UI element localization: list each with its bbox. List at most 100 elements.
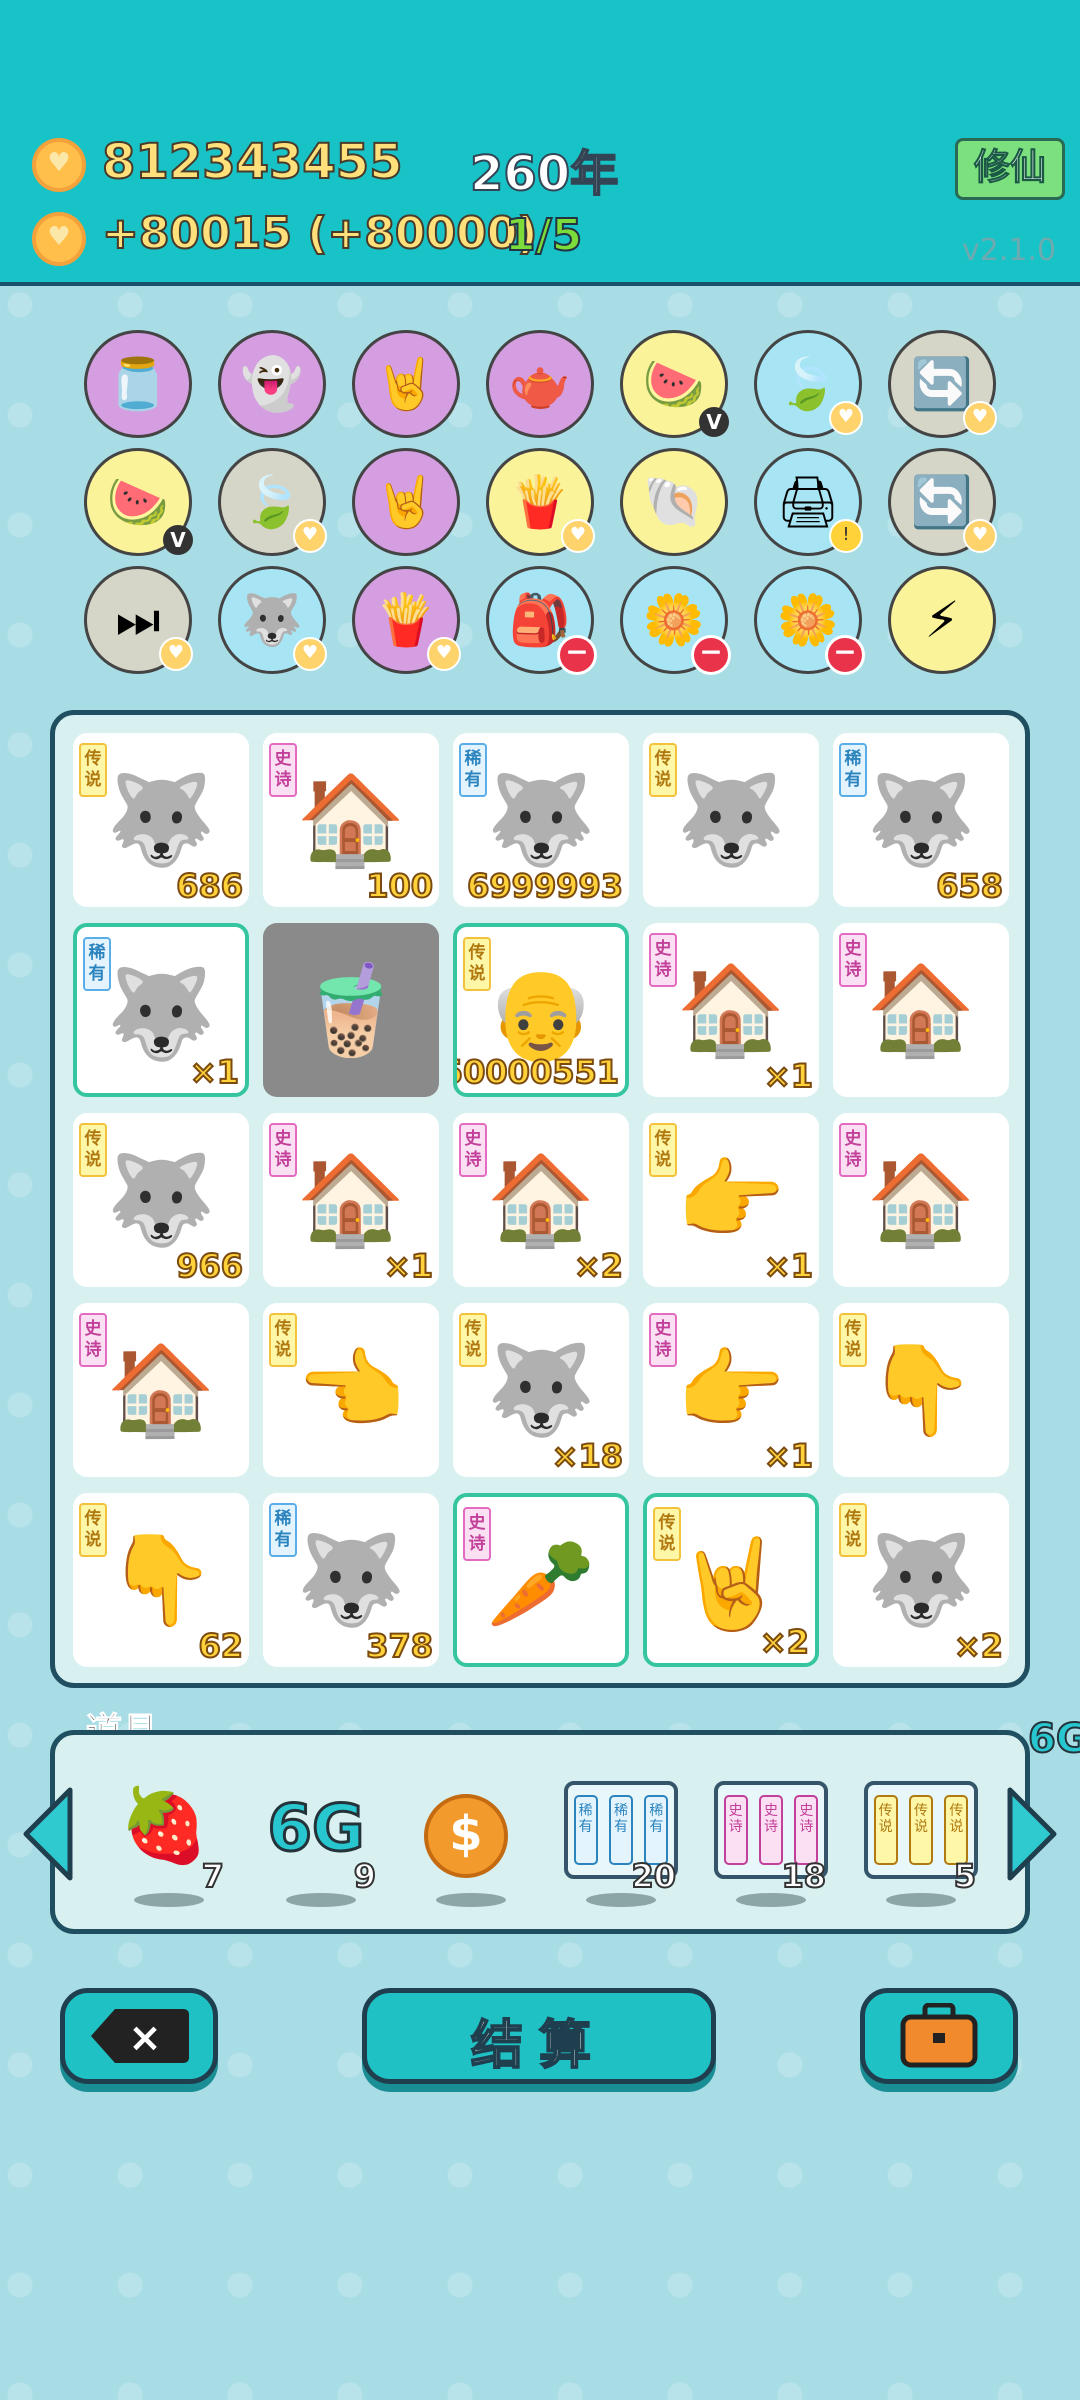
husky-icon: 🐺 xyxy=(296,1528,406,1631)
prop-shadow xyxy=(436,1893,506,1907)
king-husky-icon: 🐺 xyxy=(106,768,216,871)
skill-slot[interactable]: 🐚 xyxy=(620,448,728,556)
board-tile[interactable]: 史诗 🏠 xyxy=(833,1113,1009,1287)
props-right-arrow[interactable] xyxy=(1006,1786,1060,1882)
heart-badge-icon: ♥ xyxy=(159,637,193,671)
skill-slot[interactable]: 🍉 V xyxy=(620,330,729,438)
board-tile[interactable]: 史诗 🏠 xyxy=(73,1303,249,1477)
board-tile[interactable]: 稀有 🐺 658 xyxy=(833,733,1009,907)
skill-slot[interactable]: 🌼 − xyxy=(754,566,865,675)
prop-count: 7 xyxy=(201,1856,225,1896)
board-tile[interactable]: 史诗 🏠 ×2 xyxy=(453,1113,629,1287)
board-tile[interactable]: 史诗 👉 ×1 xyxy=(643,1303,819,1477)
minus-badge-icon: − xyxy=(557,635,597,675)
skill-slot[interactable]: 🫖 xyxy=(486,330,594,438)
6g-floating-icon: 6G xyxy=(1027,1715,1080,1763)
skill-slot[interactable]: 🍟 ♥ xyxy=(486,448,595,556)
skill-slot[interactable]: 🤘 xyxy=(352,448,460,556)
skill-slot[interactable]: 🌼 − xyxy=(620,566,731,675)
prop-shadow xyxy=(586,1893,656,1907)
skill-slot[interactable]: 🐺 ♥ xyxy=(218,566,327,674)
heart-badge-icon: ♥ xyxy=(293,519,327,553)
prop-item[interactable]: 🍓 7 xyxy=(104,1775,225,1907)
v-badge-icon: V xyxy=(699,407,729,437)
xiuxian-button[interactable]: 修仙 xyxy=(955,138,1065,200)
skill-slot[interactable]: 🤘 xyxy=(352,330,460,438)
board-tile[interactable]: 传说 🐺 ×2 xyxy=(833,1493,1009,1667)
board-tile[interactable]: 传说 👴 50000551 xyxy=(453,923,629,1097)
carrot-icon: 🥕 xyxy=(486,1532,596,1635)
board-tile[interactable]: 史诗 🏠 xyxy=(833,923,1009,1097)
husky-icon: 🐺 xyxy=(486,768,596,871)
skill-slot[interactable]: 🖨! xyxy=(754,448,863,556)
tile-count: ×1 xyxy=(189,1052,240,1092)
board-tile[interactable]: 稀有 🐺 6999993 xyxy=(453,733,629,907)
prop-shadow xyxy=(736,1893,806,1907)
top-status-bar: 812343455 260年 修仙 +80015 (+80000) 1/5 v2… xyxy=(0,0,1080,286)
version-label: v2.1.0 xyxy=(962,233,1057,268)
pointing-hand-icon: 👈 xyxy=(296,1338,406,1441)
grey-hand-icon: 👉 xyxy=(676,1338,786,1441)
heart-badge-icon: ♥ xyxy=(963,401,997,435)
skill-slot[interactable]: 🎒 − xyxy=(486,566,597,675)
tile-count: 378 xyxy=(365,1626,434,1666)
warning-badge-icon: ! xyxy=(829,519,863,553)
prop-item[interactable]: 稀有 稀有 稀有 20 xyxy=(556,1775,678,1907)
prop-item[interactable]: 史诗 史诗 史诗 18 xyxy=(706,1775,828,1907)
board-tile[interactable]: 史诗 🏠 ×1 xyxy=(643,923,819,1097)
board-tile[interactable]: 传说 🐺 ×18 xyxy=(453,1303,629,1477)
prop-item[interactable]: 6G 9 xyxy=(256,1775,377,1907)
prop-count: 20 xyxy=(630,1856,677,1896)
props-left-arrow[interactable] xyxy=(20,1786,74,1882)
board-tile[interactable]: 🧋 xyxy=(263,923,439,1097)
husky-icon: 🐺 xyxy=(866,768,976,871)
skill-slot[interactable]: 🍉 V xyxy=(84,448,193,556)
tile-count: ×1 xyxy=(763,1056,814,1096)
tile-count: ×18 xyxy=(551,1436,624,1476)
inventory-button[interactable] xyxy=(860,1988,1018,2084)
bunny-house-icon: 🏠 xyxy=(676,958,786,1061)
heart-badge-icon: ♥ xyxy=(561,519,595,553)
board-tile[interactable]: 稀有 🐺 378 xyxy=(263,1493,439,1667)
board-tile[interactable]: 传说 🐺 966 xyxy=(73,1113,249,1287)
bunny-house-icon: 🏠 xyxy=(866,1148,976,1251)
skill-slot[interactable]: ⚡ xyxy=(888,566,996,674)
skill-slot[interactable]: 🔄 ♥ xyxy=(888,330,997,438)
skill-slot[interactable]: 👻 xyxy=(218,330,326,438)
board-tile[interactable]: 传说 👇 xyxy=(833,1303,1009,1477)
lightning-icon: ⚡ xyxy=(924,591,960,649)
board-tile[interactable]: 史诗 🏠 ×1 xyxy=(263,1113,439,1287)
bunny-house-icon: 🏠 xyxy=(296,1148,406,1251)
tile-count: 966 xyxy=(175,1246,244,1286)
board-tile[interactable]: 传说 👇 62 xyxy=(73,1493,249,1667)
settle-button[interactable]: 结算 xyxy=(362,1988,716,2084)
dollar-coin-icon: $ xyxy=(406,1775,526,1878)
settle-button-label: 结算 xyxy=(470,2015,607,2077)
board-tile[interactable]: 传说 🤘 ×2 xyxy=(643,1493,819,1667)
board-tile[interactable]: 传说 👈 xyxy=(263,1303,439,1477)
board-tile[interactable]: 传说 🐺 686 xyxy=(73,733,249,907)
board-tile[interactable]: 史诗 🏠 100 xyxy=(263,733,439,907)
prop-item[interactable]: 传说 传说 传说 5 xyxy=(856,1775,978,1907)
tile-count: 686 xyxy=(175,866,244,906)
bunny-house-icon: 🏠 xyxy=(866,958,976,1061)
board-tile[interactable]: 传说 👉 ×1 xyxy=(643,1113,819,1287)
bunny-house-icon: 🏠 xyxy=(296,768,406,871)
skill-slot[interactable]: 🍃 ♥ xyxy=(218,448,327,556)
minus-badge-icon: − xyxy=(691,635,731,675)
prop-item[interactable]: $ xyxy=(406,1775,526,1907)
skill-slot[interactable]: ⏭ ♥ xyxy=(84,566,193,674)
skill-slot[interactable]: 🍟 ♥ xyxy=(352,566,461,674)
skill-slot[interactable]: 🫙 xyxy=(84,330,192,438)
pointing-hand-icon: 👇 xyxy=(106,1528,216,1631)
skill-slot[interactable]: 🍃 ♥ xyxy=(754,330,863,438)
board-tile[interactable]: 稀有 🐺 ×1 xyxy=(73,923,249,1097)
king-husky-icon: 🐺 xyxy=(866,1528,976,1631)
board-tile[interactable]: 史诗 🥕 xyxy=(453,1493,629,1667)
jar-icon: 🫙 xyxy=(106,355,170,413)
skill-slot[interactable]: 🔄 ♥ xyxy=(888,448,997,556)
discard-button[interactable]: × xyxy=(60,1988,218,2084)
board-tile[interactable]: 传说 🐺 xyxy=(643,733,819,907)
fruit-bowl-icon: 🍉 xyxy=(642,355,706,413)
svg-text:×: × xyxy=(128,2015,162,2061)
